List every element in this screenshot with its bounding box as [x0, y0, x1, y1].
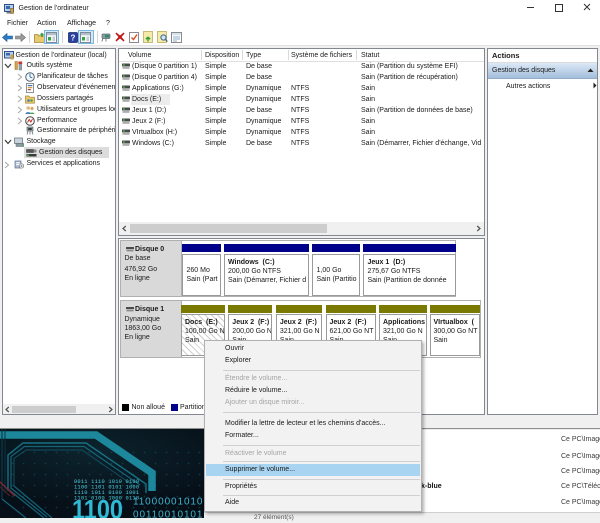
- svg-text:11000001010: 11000001010: [133, 497, 203, 508]
- svg-text:00110010101: 00110010101: [133, 510, 203, 519]
- svg-text:1100: 1100: [72, 495, 123, 519]
- svg-text:?: ?: [71, 33, 76, 42]
